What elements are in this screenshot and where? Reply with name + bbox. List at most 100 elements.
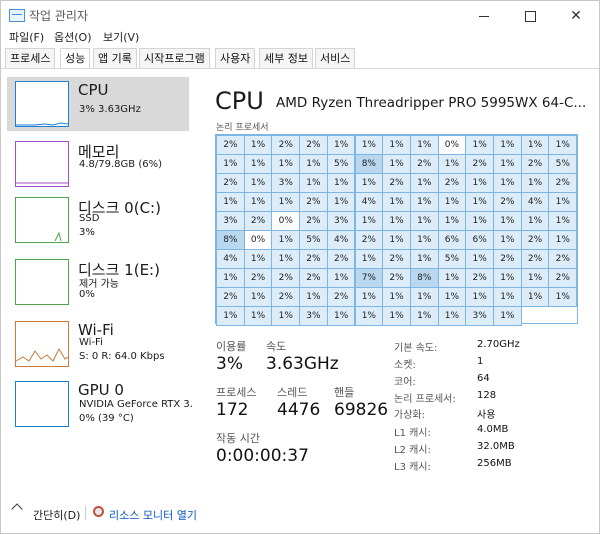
- logical-processor-cell: 1%: [354, 287, 384, 307]
- menu-view[interactable]: 보기(V): [103, 29, 139, 45]
- logical-processor-cell: 2%: [216, 135, 245, 155]
- logical-processor-cell: 5%: [326, 154, 356, 174]
- logical-processor-cell: 1%: [465, 287, 494, 307]
- sidebar-item-cpu[interactable]: CPU 3% 3.63GHz: [7, 77, 189, 131]
- spec-label: L3 캐시:: [394, 462, 431, 473]
- tab-performance[interactable]: 성능: [60, 48, 91, 69]
- logical-processor-cell: 1%: [382, 192, 411, 212]
- logical-processor-cell: 1%: [271, 306, 301, 326]
- uptime-label: 작동 시간: [216, 432, 260, 445]
- logical-processor-cell: 2%: [271, 287, 301, 307]
- logical-processor-cell: 1%: [409, 249, 439, 269]
- logical-processor-cell: 1%: [493, 230, 522, 250]
- logical-processor-cell: 1%: [354, 173, 384, 193]
- menu-file[interactable]: 파일(F): [9, 29, 44, 45]
- gpu-graph-thumbnail: [15, 381, 69, 427]
- menu-options[interactable]: 옵션(O): [54, 29, 91, 45]
- logical-processor-cell: 4%: [216, 249, 245, 269]
- logical-processor-cell: 2%: [437, 173, 467, 193]
- logical-processor-cell: 2%: [299, 135, 328, 155]
- sidebar-item-disk1[interactable]: 디스크 1(E:) 제거 가능 0%: [7, 255, 189, 309]
- tab-startup[interactable]: 시작프로그램: [139, 48, 210, 68]
- logical-processor-cell: 1%: [520, 268, 550, 288]
- tab-services[interactable]: 서비스: [315, 48, 356, 68]
- logical-processor-cell: 2%: [299, 192, 328, 212]
- logical-processor-cell: 6%: [437, 230, 467, 250]
- logical-processor-cell: 1%: [382, 230, 411, 250]
- logical-processor-cell: 3%: [216, 211, 245, 231]
- logical-processor-cell: 2%: [520, 230, 550, 250]
- logical-processor-cell: 2%: [382, 268, 411, 288]
- spec-value: 1: [477, 356, 484, 367]
- sidebar-cpu-title: CPU: [78, 81, 109, 99]
- spec-value: 사용: [477, 410, 496, 421]
- logical-processor-cell: 1%: [465, 135, 494, 155]
- logical-processor-cell: 3%: [465, 306, 494, 326]
- logical-processor-cell: 1%: [548, 211, 578, 231]
- cpu-graph-thumbnail: [15, 81, 69, 127]
- sidebar-wifi-throughput: S: 0 R: 64.0 Kbps: [79, 351, 165, 362]
- logical-processor-cell: 1%: [354, 211, 384, 231]
- logical-processor-cell: 3%: [326, 211, 356, 231]
- spec-label: 소켓:: [394, 360, 416, 371]
- logical-processor-cell: 2%: [271, 135, 301, 155]
- sidebar-item-gpu[interactable]: GPU 0 NVIDIA GeForce RTX 3. 0% (39 °C): [7, 377, 193, 431]
- logical-processor-cell: 1%: [409, 211, 439, 231]
- sidebar-item-wifi[interactable]: Wi-Fi Wi-Fi S: 0 R: 64.0 Kbps: [7, 317, 189, 371]
- logical-processor-cell: 2%: [520, 154, 550, 174]
- logical-processor-cell: 1%: [493, 268, 522, 288]
- logical-processor-cell: 2%: [299, 211, 328, 231]
- threads-value: 4476: [277, 400, 321, 420]
- tab-app-history[interactable]: 앱 기록: [93, 48, 137, 68]
- wifi-graph-thumbnail: [15, 321, 69, 367]
- logical-processor-cell: 1%: [243, 135, 273, 155]
- logical-processor-cell: 2%: [465, 268, 494, 288]
- logical-processor-cell: 1%: [271, 249, 301, 269]
- tab-users[interactable]: 사용자: [215, 48, 256, 68]
- tab-processes[interactable]: 프로세스: [5, 48, 56, 68]
- sidebar-disk0-usage: 3%: [79, 227, 95, 238]
- logical-processor-cell: 8%: [409, 268, 439, 288]
- logical-processor-cell: 6%: [465, 230, 494, 250]
- close-button[interactable]: ✕: [553, 1, 599, 31]
- logical-processor-cell: 1%: [493, 154, 522, 174]
- uptime-value: 0:00:00:37: [216, 446, 309, 466]
- logical-processor-cell: 1%: [326, 268, 356, 288]
- tab-details[interactable]: 세부 정보: [259, 48, 313, 68]
- spec-label: L2 캐시:: [394, 445, 431, 456]
- logical-processor-cell: 1%: [409, 306, 439, 326]
- logical-processor-cell: 1%: [271, 192, 301, 212]
- logical-processor-cell: 1%: [243, 306, 273, 326]
- sidebar-item-disk0[interactable]: 디스크 0(C:) SSD 3%: [7, 193, 189, 247]
- logical-processor-cell: 2%: [243, 268, 273, 288]
- logical-processor-cell: 1%: [382, 211, 411, 231]
- resource-monitor-icon: [93, 506, 104, 517]
- sidebar-item-memory[interactable]: 메모리 4.8/79.8GB (6%): [7, 137, 189, 191]
- minimize-button[interactable]: [461, 1, 507, 31]
- logical-processor-cell: 1%: [243, 192, 273, 212]
- processes-value: 172: [216, 400, 249, 420]
- maximize-button[interactable]: [507, 1, 553, 31]
- chevron-up-icon: [11, 503, 23, 515]
- logical-processor-cell: 1%: [216, 154, 245, 174]
- spec-label: L1 캐시:: [394, 428, 431, 439]
- open-resource-monitor-link[interactable]: 리소스 모니터 열기: [109, 507, 197, 523]
- logical-processor-cell: 8%: [216, 230, 245, 250]
- logical-processor-cell: 1%: [437, 306, 467, 326]
- logical-processor-cell: 0%: [271, 211, 301, 231]
- logical-processor-cell: 1%: [216, 306, 245, 326]
- handles-value: 69826: [334, 400, 389, 420]
- logical-processor-cell: 1%: [271, 230, 301, 250]
- logical-processor-cell: 2%: [409, 154, 439, 174]
- speed-label: 속도: [266, 340, 287, 353]
- logical-processor-cell: 1%: [437, 287, 467, 307]
- logical-processor-cell: 3%: [299, 306, 328, 326]
- spec-label: 코어:: [394, 377, 416, 388]
- logical-processor-cell: 1%: [437, 154, 467, 174]
- usage-value: 3%: [216, 354, 243, 374]
- logical-processor-cell: 4%: [354, 192, 384, 212]
- logical-processor-cell: 2%: [216, 287, 245, 307]
- fewer-details-button[interactable]: 간단히(D): [33, 507, 80, 523]
- sidebar-memory-usage: 4.8/79.8GB (6%): [79, 159, 162, 170]
- logical-processor-cell: 1%: [520, 173, 550, 193]
